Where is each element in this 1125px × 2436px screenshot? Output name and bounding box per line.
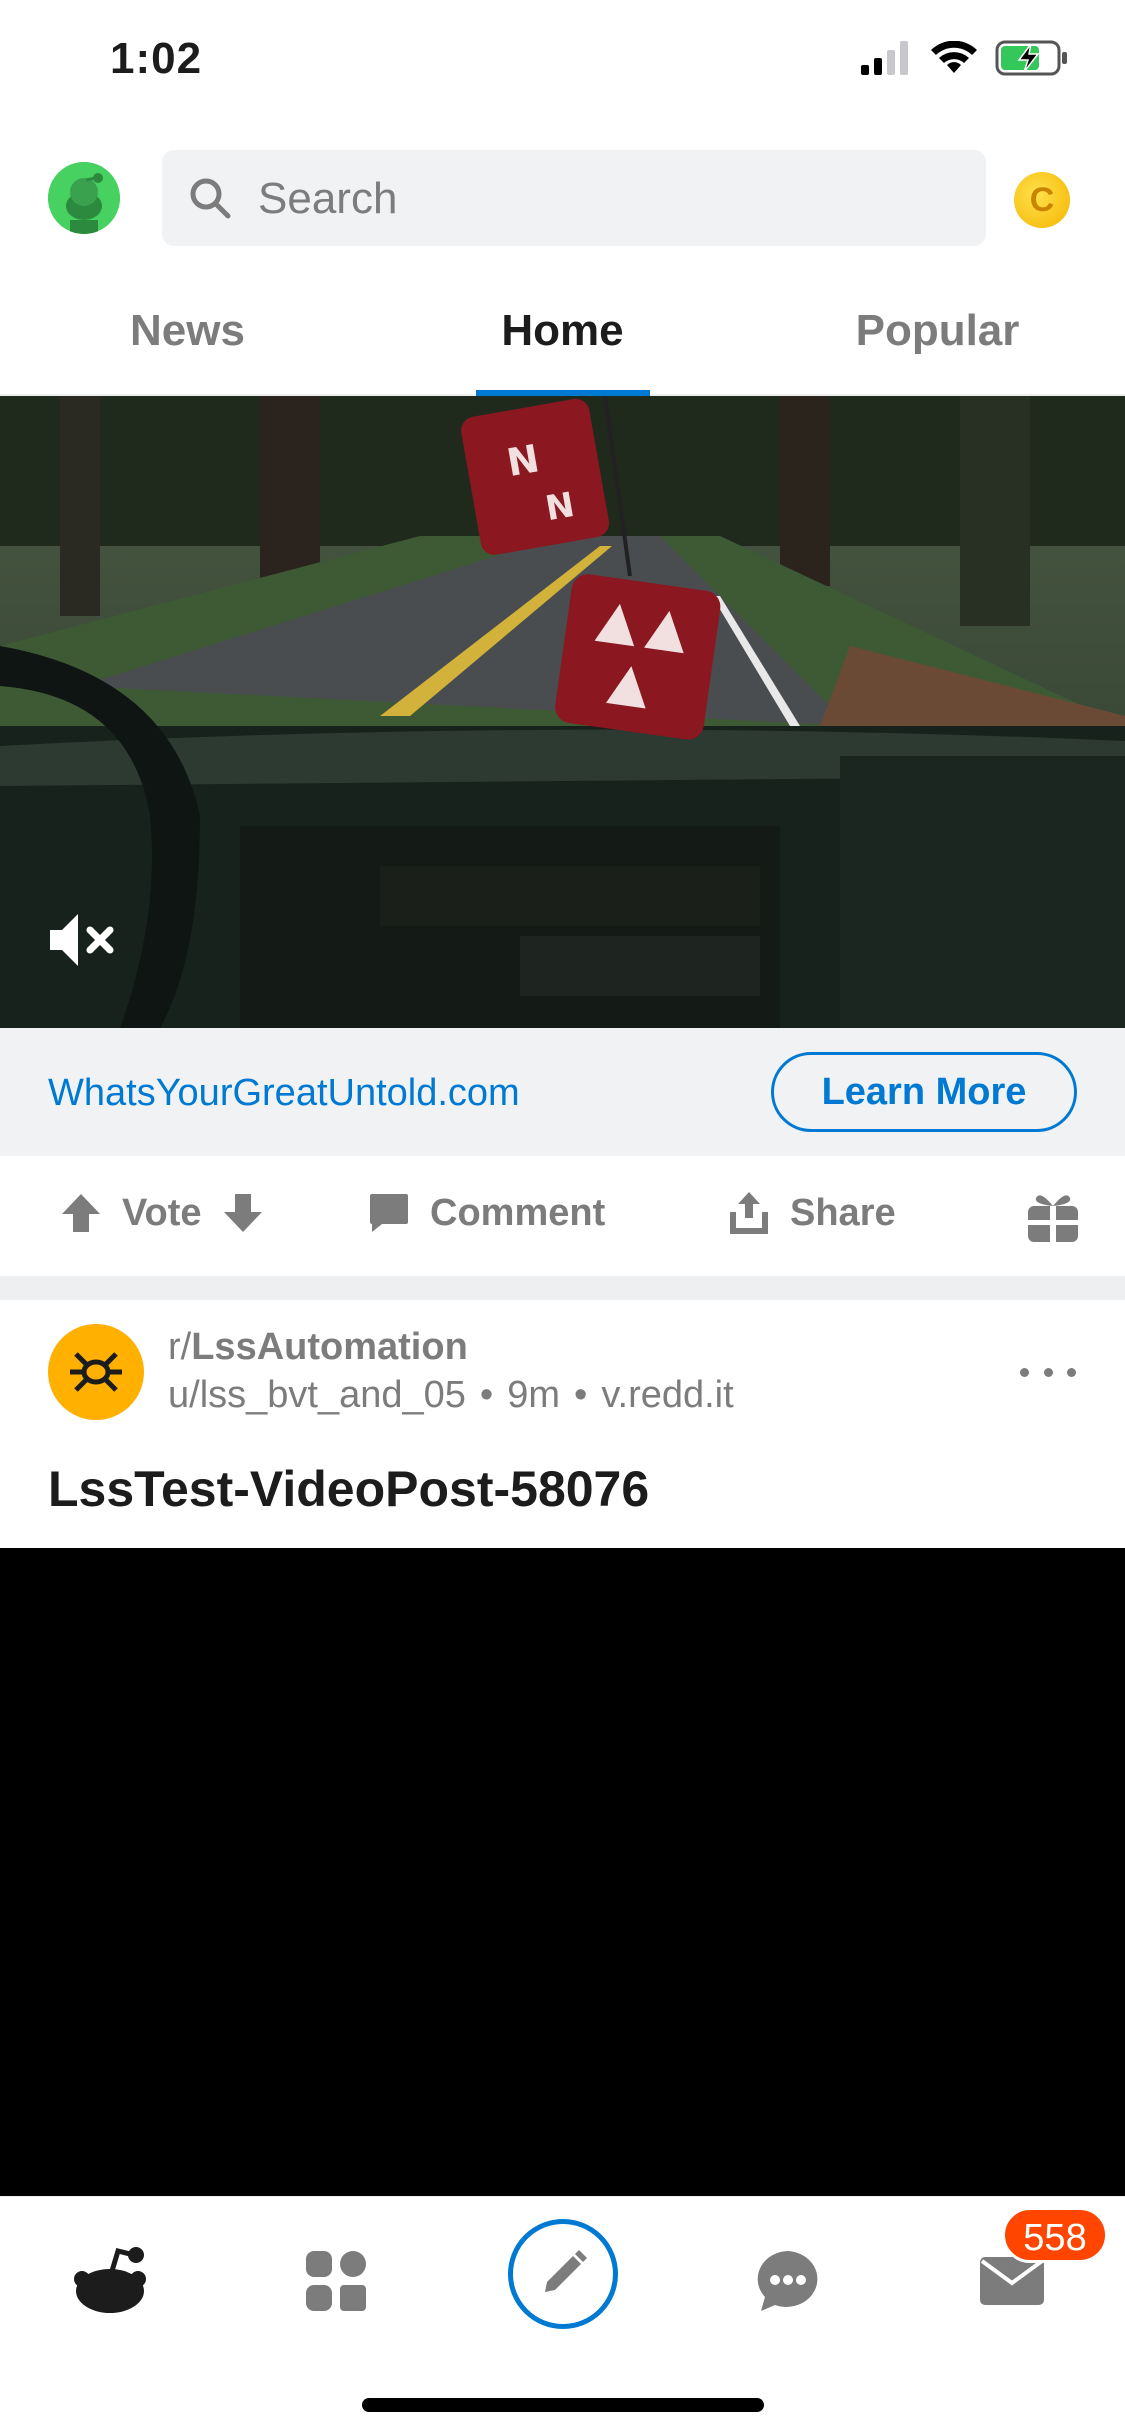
post-domain[interactable]: v.redd.it [601,1374,733,1417]
subreddit-prefix: r/ [168,1326,192,1368]
battery-charging-icon [995,40,1067,76]
ad-link-bar: WhatsYourGreatUntold.com Learn More [0,1028,1125,1156]
ad-action-bar: Vote Comment Share [0,1156,1125,1276]
vote-label: Vote [122,1191,202,1234]
vote-group: Vote [58,1190,266,1236]
status-time: 1:02 [110,34,203,83]
subreddit-avatar[interactable] [48,1324,144,1420]
post-video-player[interactable] [0,1548,1125,2196]
meta-separator: • [479,1374,494,1416]
pencil-icon [545,2250,587,2292]
post-age: 9m [507,1374,561,1416]
dot [1043,1367,1053,1377]
comment-button[interactable]: Comment [366,1190,605,1236]
search-placeholder: Search [258,174,398,223]
tab-popular[interactable]: Popular [750,264,1125,394]
user-avatar[interactable] [48,162,120,234]
post-header: r/LssAutomation u/lss_bvt_and_05 • 9m • … [0,1300,1125,1450]
bug-icon [70,1352,122,1392]
search-icon [190,178,231,219]
signal-icon [861,41,908,75]
search-input[interactable]: Search [162,150,986,246]
share-label: Share [790,1191,896,1234]
tab-home[interactable]: Home [375,264,750,394]
home-indicator [362,2398,764,2412]
downvote-icon[interactable] [220,1190,266,1236]
post-title[interactable]: LssTest-VideoPost-58076 [48,1460,649,1518]
tab-news[interactable]: News [0,264,375,394]
status-bar: 1:02 [0,0,1125,132]
feed-divider [0,1276,1125,1300]
chat-icon [757,2251,818,2311]
snoo-home-icon [74,2247,146,2313]
meta-separator: • [574,1374,588,1416]
comment-label: Comment [430,1191,606,1234]
share-icon [730,1192,768,1234]
more-options-icon[interactable] [1020,1352,1076,1392]
subreddit-label: LssAutomation [191,1326,468,1368]
coin-icon[interactable]: C [1014,172,1070,228]
comment-icon [370,1194,408,1232]
nav-chat[interactable] [740,2233,836,2329]
status-icons [861,40,1069,76]
feed-tabs: News Home Popular [0,264,1125,396]
nav-communities[interactable] [288,2233,384,2329]
subreddit-name[interactable]: r/LssAutomation [168,1326,468,1369]
post-meta: u/lss_bvt_and_05 • 9m • v.redd.it [168,1374,734,1417]
create-post-button[interactable] [508,2219,618,2329]
dot [1020,1367,1029,1377]
video-frame: N N [0,396,1125,1028]
top-bar: Search C [0,132,1125,264]
upvote-icon[interactable] [58,1190,104,1236]
learn-more-button[interactable]: Learn More [771,1052,1077,1132]
wifi-icon [931,41,977,73]
grid-icon [306,2251,366,2311]
share-button[interactable]: Share [726,1190,896,1236]
award-button[interactable] [1026,1188,1080,1244]
snoo-avatar-icon [48,162,120,234]
nav-home[interactable] [64,2233,160,2329]
gift-icon [1028,1195,1078,1242]
mute-icon[interactable] [46,908,118,972]
inbox-badge: 558 [1002,2207,1108,2263]
post-author[interactable]: u/lss_bvt_and_05 [168,1374,466,1417]
dot [1067,1367,1076,1377]
ad-video-player[interactable]: N N [0,396,1125,1028]
ad-domain-link[interactable]: WhatsYourGreatUntold.com [48,1072,520,1115]
